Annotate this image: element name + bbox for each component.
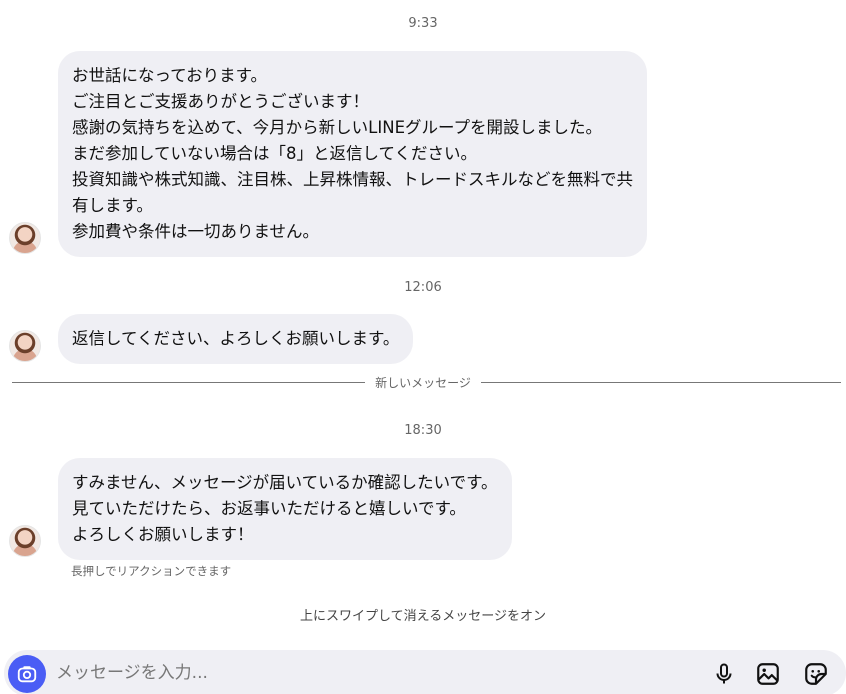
message-composer <box>4 650 846 694</box>
timestamp: 9:33 <box>408 16 438 31</box>
message-bubble[interactable]: お世話になっております。 ご注目とご支援ありがとうございます！ 感謝の気持ちを込… <box>58 51 647 257</box>
avatar[interactable] <box>9 525 41 557</box>
sticker-icon <box>805 663 827 685</box>
message-line: お世話になっております。 <box>72 66 268 85</box>
vanish-mode-hint[interactable]: 上にスワイプして消えるメッセージをオン <box>0 605 846 624</box>
message-bubble[interactable]: 返信してください、よろしくお願いします。 <box>58 314 414 364</box>
microphone-icon <box>716 663 732 684</box>
message-line: 返信してください、よろしくお願いします。 <box>72 329 400 348</box>
new-messages-divider: 新しいメッセージ <box>0 374 846 391</box>
message-line: 参加費や条件は一切ありません。 <box>72 222 320 241</box>
sticker-button[interactable] <box>802 660 830 688</box>
camera-icon <box>17 666 37 683</box>
message-input[interactable] <box>56 660 656 686</box>
avatar[interactable] <box>9 222 41 254</box>
message-line: 投資知識や株式知識、注目株、上昇株情報、トレードスキルなどを無料で共 <box>72 170 633 189</box>
divider-label: 新しいメッセージ <box>365 376 481 390</box>
message-line: 見ていただけたら、お返事いただけると嬉しいです。 <box>72 499 466 518</box>
timestamp: 12:06 <box>404 280 442 295</box>
image-icon <box>757 663 779 685</box>
gallery-button[interactable] <box>754 660 782 688</box>
message-line: まだ参加していない場合は「8」と返信してください。 <box>72 144 478 163</box>
avatar[interactable] <box>9 330 41 362</box>
camera-button[interactable] <box>8 655 46 693</box>
message-line: よろしくお願いします！ <box>72 525 254 544</box>
message-line: 感謝の気持ちを込めて、今月から新しいLINEグループを開設しました。 <box>72 118 603 137</box>
message-line: 有します。 <box>72 196 153 215</box>
message-bubble[interactable]: すみません、メッセージが届いているか確認したいです。 見ていただけたら、お返事い… <box>58 458 512 560</box>
timestamp: 18:30 <box>404 423 442 438</box>
message-line: すみません、メッセージが届いているか確認したいです。 <box>72 473 498 492</box>
microphone-button[interactable] <box>710 660 738 688</box>
message-line: ご注目とご支援ありがとうございます！ <box>72 92 369 111</box>
reaction-hint: 長押しでリアクションできます <box>71 564 232 578</box>
